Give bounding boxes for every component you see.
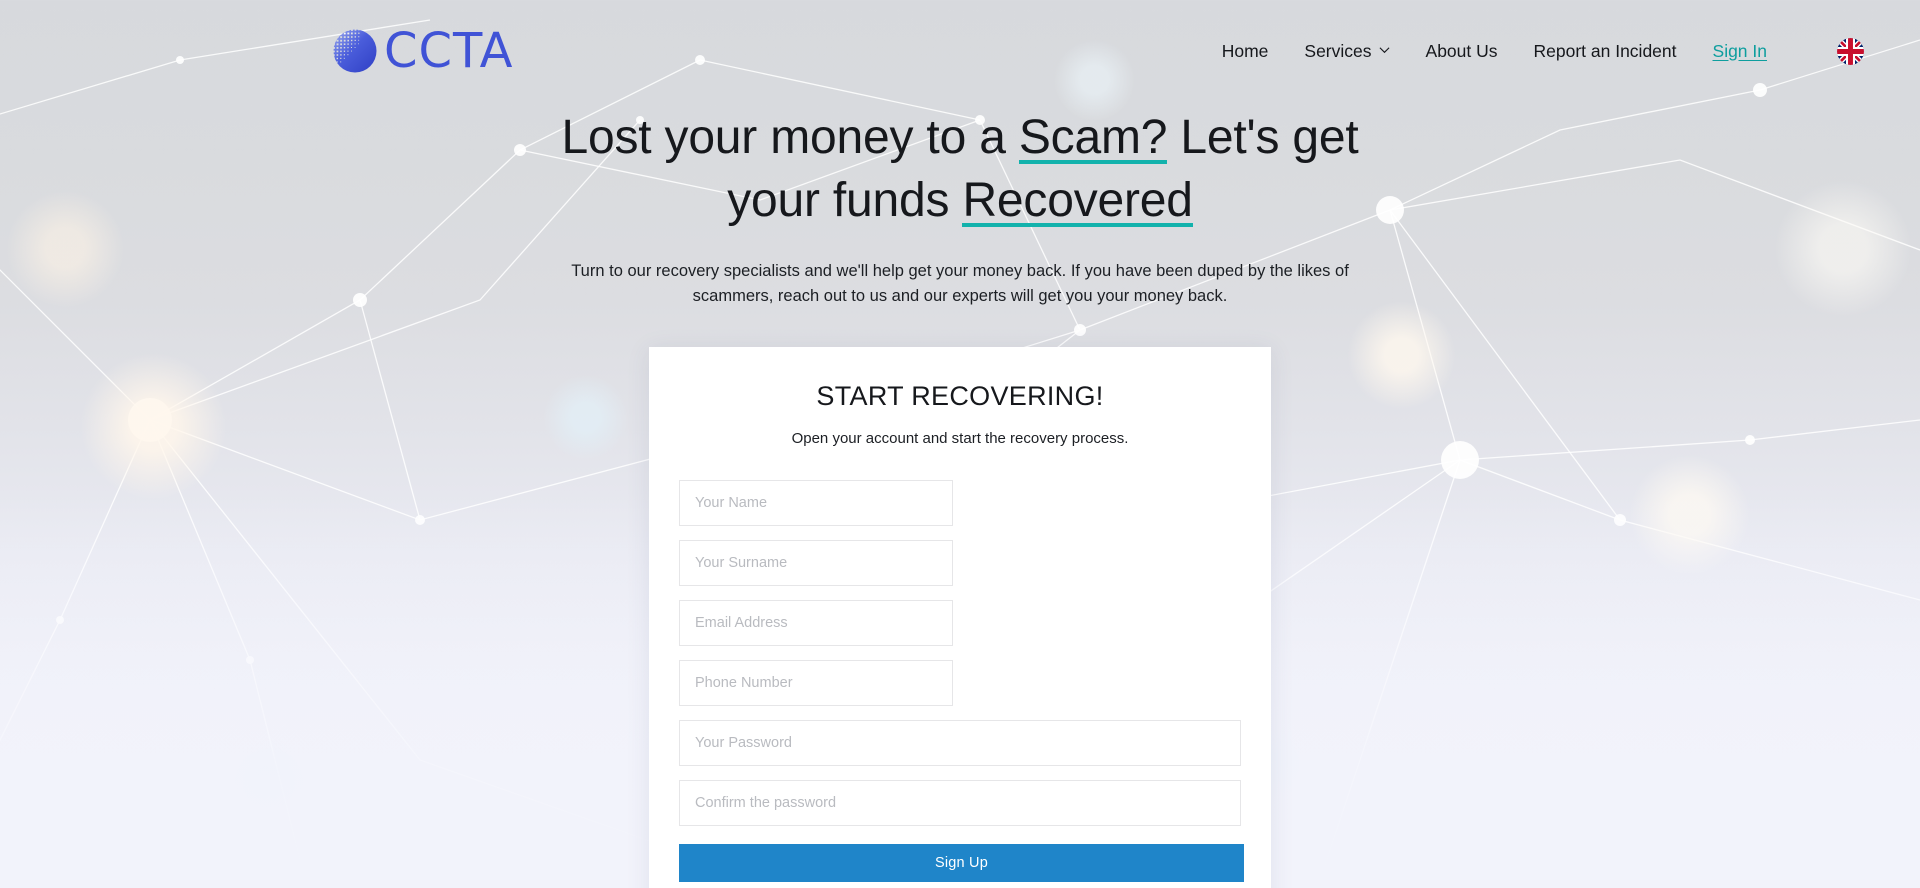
chevron-down-icon — [1379, 46, 1390, 57]
sign-in-link[interactable]: Sign In — [1695, 33, 1785, 70]
email-input[interactable] — [679, 599, 953, 646]
sign-up-button[interactable]: Sign Up — [679, 843, 1244, 882]
nav-item-report-an-incident[interactable]: Report an Incident — [1516, 33, 1695, 70]
brand-logo[interactable]: CCTA — [332, 27, 513, 75]
nav-item-about-us[interactable]: About Us — [1408, 33, 1516, 70]
nav-item-home-label: Home — [1221, 40, 1269, 61]
signup-form — [679, 479, 1241, 826]
confirm-password-input[interactable] — [679, 779, 1241, 826]
password-input[interactable] — [679, 719, 1241, 766]
nav-item-services-label: Services — [1304, 40, 1372, 61]
signup-subtitle: Open your account and start the recovery… — [791, 429, 1129, 447]
page-title: Lost your money to a Scam? Let's get you… — [510, 106, 1410, 233]
phone-input[interactable] — [679, 659, 953, 706]
hero-title-highlight-recovered: Recovered — [962, 174, 1193, 228]
uk-flag-icon[interactable] — [1837, 37, 1864, 65]
nav-item-home[interactable]: Home — [1204, 33, 1287, 70]
first-name-input[interactable] — [679, 479, 953, 526]
halftone-circle-icon — [333, 29, 377, 73]
nav-item-services[interactable]: Services — [1286, 33, 1407, 70]
signup-card: START RECOVERING! Open your account and … — [649, 346, 1271, 888]
main-navigation: Home Services About Us Report an Inciden… — [1204, 33, 1864, 70]
site-header: CCTA Home Services About Us Report an In… — [0, 0, 1920, 102]
hero-title-part1: Lost your money to a — [561, 111, 1019, 164]
signup-title: START RECOVERING! — [816, 380, 1104, 411]
hero-subtitle: Turn to our recovery specialists and we'… — [571, 261, 1349, 305]
surname-input[interactable] — [679, 539, 953, 586]
nav-item-report-an-incident-label: Report an Incident — [1533, 40, 1677, 61]
brand-name: CCTA — [384, 23, 514, 79]
nav-item-about-us-label: About Us — [1425, 40, 1498, 61]
hero-title-highlight-scam: Scam? — [1018, 111, 1168, 164]
hero-section: Lost your money to a Scam? Let's get you… — [0, 106, 1920, 309]
